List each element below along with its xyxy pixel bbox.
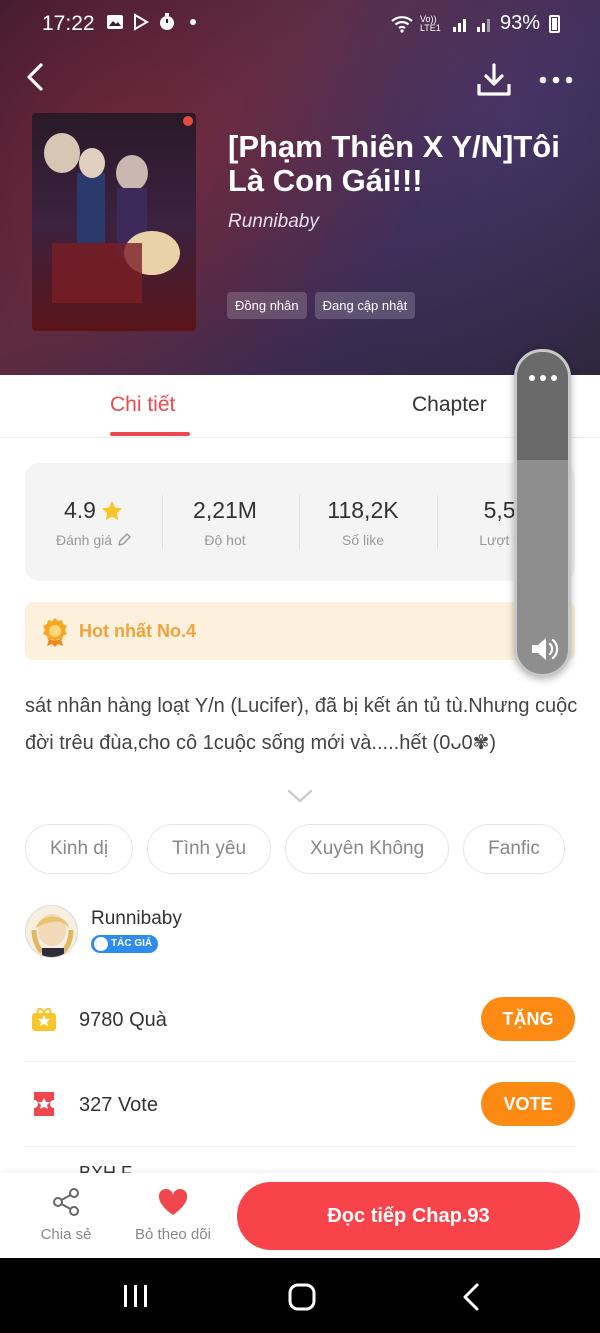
- cover-art-image: [32, 113, 196, 331]
- home-icon[interactable]: [287, 1282, 317, 1312]
- unfollow-label: Bỏ theo dõi: [135, 1226, 211, 1243]
- genre-chip[interactable]: Xuyên Không: [285, 824, 450, 874]
- stat-rating[interactable]: 4.9 Đánh giá: [25, 497, 163, 548]
- genre-chip[interactable]: Fanfic: [463, 824, 565, 874]
- share-icon: [53, 1188, 79, 1216]
- gift-count: 9780: [79, 1009, 124, 1031]
- vote-row: 327 Vote: [79, 1094, 158, 1117]
- continue-reading-button[interactable]: Đọc tiếp Chap.93: [237, 1182, 580, 1250]
- gift-row: 9780 Quà: [79, 1009, 167, 1032]
- download-icon[interactable]: [474, 62, 514, 98]
- stat-hot-label: Độ hot: [204, 532, 246, 548]
- stat-rating-label: Đánh giá: [55, 532, 113, 548]
- share-label: Chia sẻ: [40, 1226, 92, 1243]
- avatar[interactable]: [25, 905, 78, 958]
- ticket-icon: [34, 1092, 54, 1116]
- stat-likes-value: 118,2K: [327, 497, 399, 523]
- book-tags: Đồng nhân Đang cập nhật: [227, 292, 416, 319]
- more-dots-icon[interactable]: [528, 374, 558, 382]
- volume-slider-empty: [517, 352, 568, 460]
- bottom-action-bar: Chia sẻ Bỏ theo dõi Đọc tiếp Chap.93: [0, 1173, 600, 1258]
- genre-chip[interactable]: Tình yêu: [147, 824, 272, 874]
- divider: [25, 1146, 575, 1147]
- gift-button[interactable]: TẶNG: [481, 997, 575, 1041]
- gift-icon: [32, 1007, 56, 1031]
- gallery-icon: [107, 15, 123, 29]
- tab-detail[interactable]: Chi tiết: [110, 393, 175, 417]
- timer-icon: [160, 13, 174, 30]
- play-store-icon: [134, 13, 149, 31]
- vote-button[interactable]: VOTE: [481, 1082, 575, 1126]
- genre-chip[interactable]: Kinh dị: [25, 824, 134, 874]
- tag-genre[interactable]: Đồng nhân: [227, 292, 307, 319]
- system-nav-bar: [0, 1258, 600, 1333]
- dot-icon: [190, 19, 196, 25]
- verified-icon: [94, 937, 108, 951]
- tag-status: Đang cập nhật: [314, 292, 416, 319]
- tab-bar: Chi tiết Chapter: [0, 375, 600, 438]
- pencil-icon[interactable]: [116, 532, 132, 548]
- vote-count: 327: [79, 1094, 113, 1116]
- battery-percent: 93%: [499, 12, 540, 34]
- heart-icon: [158, 1188, 188, 1215]
- stat-likes: 118,2K Số like: [294, 497, 432, 548]
- book-title: [Phạm Thiên X Y/N]Tôi Là Con Gái!!!: [228, 129, 560, 198]
- speaker-icon[interactable]: [529, 635, 559, 663]
- book-author[interactable]: Runnibaby: [228, 211, 319, 233]
- genre-list: Kinh dị Tình yêu Xuyên Không Fanfic: [25, 824, 565, 874]
- star-icon: [101, 500, 122, 520]
- author-name[interactable]: Runnibaby: [91, 908, 182, 930]
- tab-chapter[interactable]: Chapter: [412, 393, 487, 417]
- book-cover: [32, 113, 196, 331]
- hot-ranking-banner[interactable]: Hot nhất No.4: [25, 602, 575, 660]
- notification-icons: [106, 13, 202, 31]
- stat-hot: 2,21M Độ hot: [156, 497, 294, 548]
- stat-hot-value: 2,21M: [193, 497, 257, 523]
- status-right: Vo)) LTE1 93%: [390, 12, 560, 35]
- author-badge-label: TÁC GIẢ: [111, 938, 153, 949]
- volume-slider[interactable]: [514, 349, 571, 677]
- book-header: 17:22 Vo)) LTE1 93% [Phạm Thiên X Y/N]Tô…: [0, 0, 600, 375]
- tab-active-indicator: [110, 432, 190, 436]
- divider: [25, 1061, 575, 1062]
- chevron-down-icon[interactable]: [286, 786, 314, 806]
- hot-ranking-text: Hot nhất No.4: [79, 621, 196, 641]
- signal-2-icon: [476, 18, 490, 32]
- status-time: 17:22: [42, 12, 95, 35]
- battery-icon: [549, 14, 560, 33]
- medal-icon: [43, 618, 67, 647]
- more-dots-icon[interactable]: [536, 64, 576, 96]
- book-description: sát nhân hàng loạt Y/n (Lucifer), đã bị …: [25, 695, 578, 754]
- unfollow-button[interactable]: Bỏ theo dõi: [128, 1187, 218, 1243]
- system-back-icon[interactable]: [461, 1282, 481, 1312]
- wifi-icon: [391, 15, 413, 33]
- author-badge: TÁC GIẢ: [91, 935, 159, 953]
- gift-label: Quà: [129, 1009, 167, 1031]
- avatar-image: [26, 906, 77, 957]
- status-bar: 17:22 Vo)) LTE1 93%: [0, 0, 600, 48]
- stat-rating-value: 4.9: [64, 497, 96, 523]
- signal-icon: [452, 18, 466, 32]
- recent-apps-icon[interactable]: [122, 1282, 150, 1310]
- back-arrow-icon[interactable]: [20, 60, 54, 94]
- stat-likes-label: Số like: [341, 532, 385, 548]
- share-button[interactable]: Chia sẻ: [35, 1187, 97, 1243]
- stats-card: 4.9 Đánh giá 2,21M Độ hot 118,2K Số like…: [25, 463, 575, 581]
- vote-label: Vote: [117, 1094, 158, 1116]
- network-label: Vo)) LTE1: [419, 13, 441, 33]
